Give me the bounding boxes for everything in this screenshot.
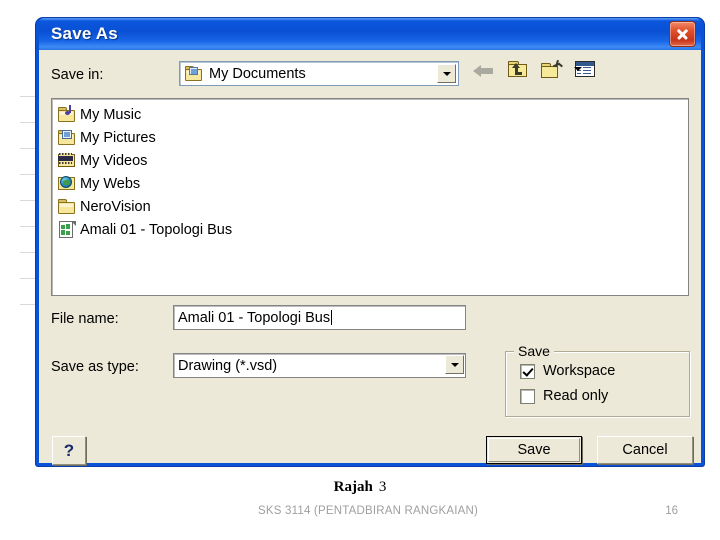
visio-document-icon (58, 221, 76, 238)
chevron-down-icon[interactable] (574, 67, 582, 71)
read-only-checkbox[interactable] (520, 388, 535, 404)
save-as-dialog: Save As Save in: My Documents My Music M… (36, 18, 704, 466)
read-only-label: Read only (543, 388, 609, 404)
save-button[interactable]: Save (486, 436, 582, 464)
list-item-label: My Music (80, 106, 142, 123)
list-item-label: My Webs (80, 175, 141, 192)
music-folder-icon (58, 105, 76, 123)
save-as-type-combobox[interactable]: Drawing (*.vsd) (173, 353, 466, 378)
back-icon[interactable] (473, 60, 497, 84)
list-item[interactable]: My Music (54, 103, 688, 126)
slide-edge-artifacts (0, 0, 36, 540)
file-name-input[interactable]: Amali 01 - Topologi Bus (173, 305, 466, 330)
save-in-row: Save in: My Documents (51, 59, 690, 89)
list-item-label: My Videos (80, 152, 148, 169)
list-item[interactable]: My Pictures (54, 126, 688, 149)
save-as-type-label: Save as type: (51, 359, 139, 375)
text-caret (331, 310, 333, 325)
save-in-combobox[interactable]: My Documents (179, 61, 459, 86)
slide-footer: SKS 3114 (PENTADBIRAN RANGKAIAN) 16 (0, 505, 720, 525)
workspace-label: Workspace (543, 363, 616, 379)
workspace-checkbox-row[interactable]: Workspace (520, 363, 615, 379)
folder-icon (58, 198, 76, 215)
chevron-down-icon[interactable] (437, 64, 456, 83)
list-item[interactable]: NeroVision (54, 195, 688, 218)
dialog-titlebar[interactable]: Save As (39, 18, 701, 50)
videos-folder-icon (58, 152, 76, 169)
save-options-title: Save (514, 343, 554, 359)
read-only-checkbox-row[interactable]: Read only (520, 388, 608, 404)
list-item[interactable]: My Webs (54, 172, 688, 195)
slide-caption: Rajah 3 (0, 478, 720, 496)
help-button[interactable]: ? (52, 436, 86, 465)
up-one-level-icon[interactable] (507, 60, 531, 84)
save-in-label: Save in: (51, 67, 104, 83)
list-item-label: NeroVision (80, 198, 151, 215)
views-icon[interactable] (574, 60, 603, 84)
save-button-label: Save (488, 438, 580, 462)
list-item[interactable]: Amali 01 - Topologi Bus (54, 218, 688, 241)
my-documents-folder-icon (185, 65, 203, 82)
caption-number: 3 (378, 479, 387, 495)
cancel-button[interactable]: Cancel (597, 436, 693, 464)
list-item-label: Amali 01 - Topologi Bus (80, 221, 233, 238)
file-name-value: Amali 01 - Topologi Bus (178, 309, 331, 326)
footer-page-number: 16 (665, 505, 678, 517)
close-icon[interactable] (669, 21, 696, 47)
create-new-folder-icon[interactable] (541, 59, 565, 84)
save-as-type-value: Drawing (*.vsd) (178, 357, 278, 374)
chevron-down-icon[interactable] (445, 355, 464, 374)
dialog-toolbar (473, 59, 603, 84)
save-in-value: My Documents (209, 65, 306, 82)
file-list[interactable]: My Music My Pictures My Videos My Webs N… (51, 98, 689, 296)
webs-folder-icon (58, 175, 76, 192)
dialog-body: Save in: My Documents My Music My Pictur… (39, 50, 701, 465)
dialog-title: Save As (51, 24, 118, 43)
workspace-checkbox[interactable] (520, 363, 535, 379)
footer-course-title: SKS 3114 (PENTADBIRAN RANGKAIAN) (258, 505, 479, 517)
list-item-label: My Pictures (80, 129, 156, 146)
list-item[interactable]: My Videos (54, 149, 688, 172)
caption-label: Rajah (333, 479, 373, 495)
pictures-folder-icon (58, 129, 76, 146)
save-options-group: Save Workspace Read only (505, 343, 690, 417)
file-name-label: File name: (51, 311, 119, 327)
